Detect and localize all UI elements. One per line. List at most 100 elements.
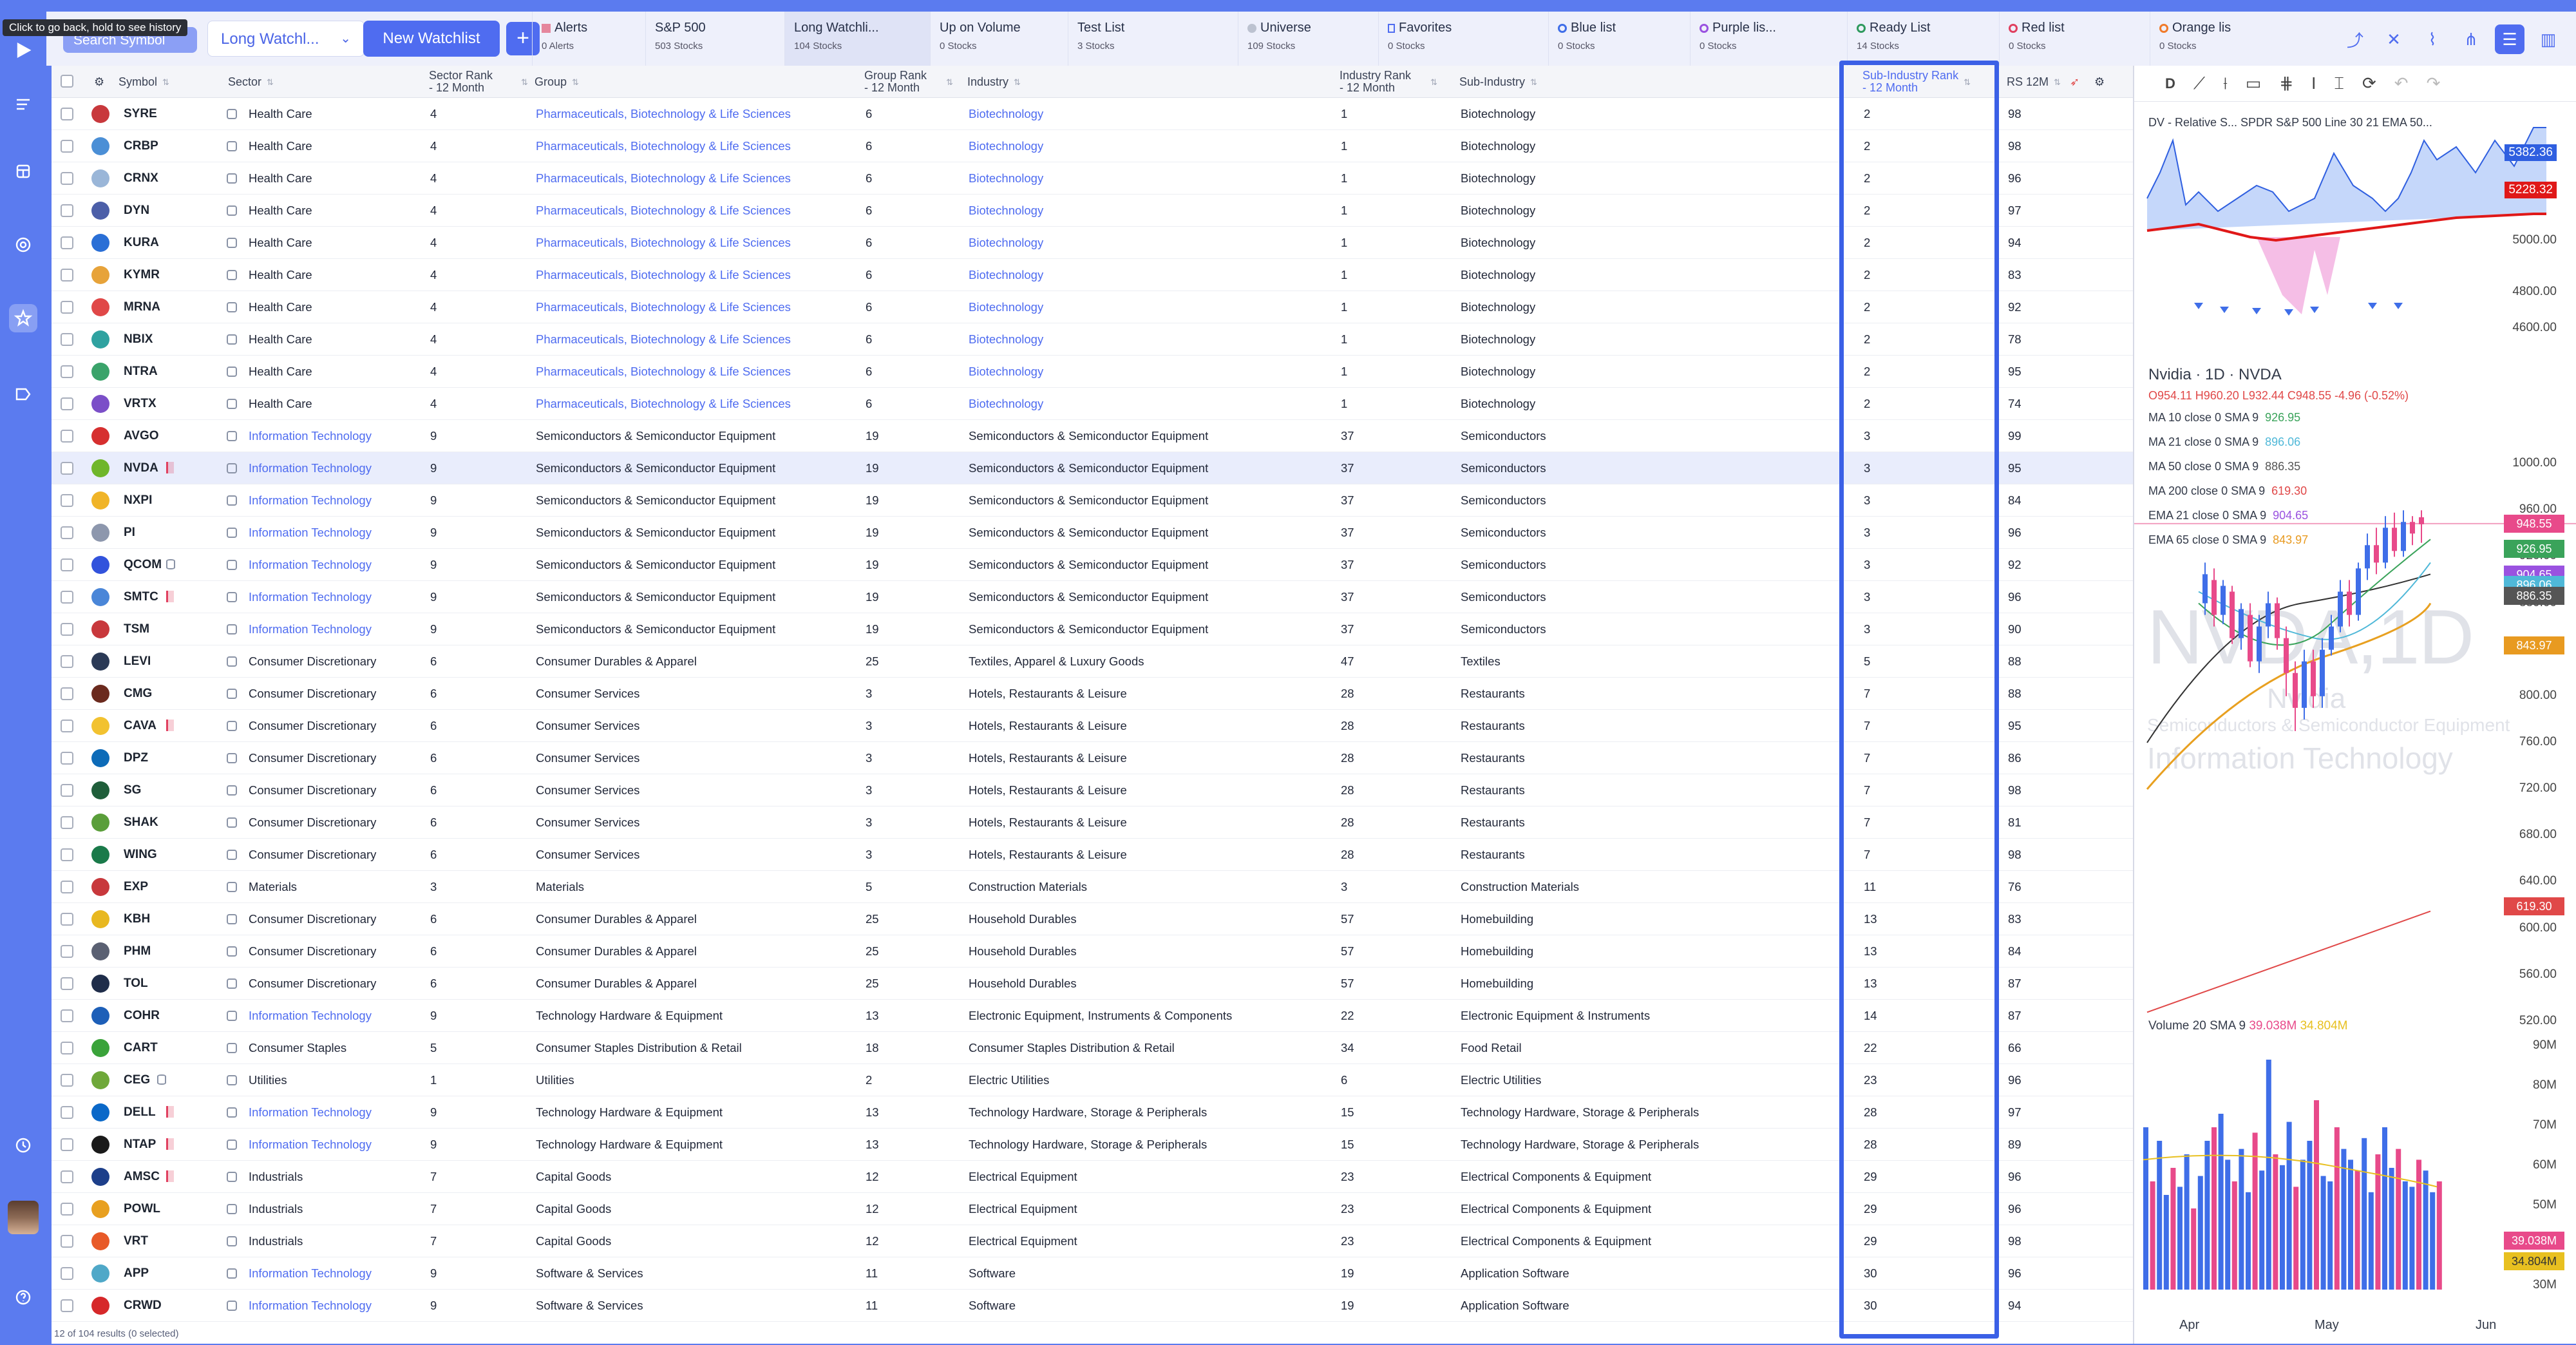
table-row[interactable]: NBIX Health Care 4 Pharmaceuticals, Biotech…	[52, 323, 2133, 356]
table-row[interactable]: VRT Industrials 7 Capital Goods 12 Electrical…	[52, 1225, 2133, 1257]
table-row[interactable]: CEG Utilities 1 Utilities 2 Electric Utilitie…	[52, 1064, 2133, 1096]
sector-cell[interactable]: Information Technology	[249, 420, 422, 452]
row-checkbox[interactable]	[61, 204, 73, 217]
table-row[interactable]: CART Consumer Staples 5 Consumer Staples Di…	[52, 1032, 2133, 1064]
columns-icon[interactable]: ▥	[2533, 24, 2563, 54]
symbol-cell[interactable]: SG	[124, 774, 141, 806]
symbol-cell[interactable]: AMSC	[124, 1161, 160, 1193]
row-checkbox[interactable]	[61, 881, 73, 893]
symbol-cell[interactable]: PI	[124, 517, 135, 549]
symbol-cell[interactable]: APP	[124, 1257, 149, 1290]
row-checkbox[interactable]	[61, 816, 73, 829]
row-checkbox[interactable]	[61, 1106, 73, 1119]
table-row[interactable]: QCOM Information Technology 9 Semiconductor…	[52, 549, 2133, 581]
tag-icon[interactable]	[9, 380, 37, 408]
watchlist-select[interactable]: Long Watchl... ⌄	[207, 21, 365, 57]
watchlist-tab[interactable]: S&P 500 503 Stocks	[645, 12, 784, 66]
row-checkbox[interactable]	[61, 526, 73, 539]
clock-icon[interactable]	[9, 1131, 37, 1159]
table-row[interactable]: PI Information Technology 9 Semiconductors …	[52, 517, 2133, 549]
row-checkbox[interactable]	[61, 1267, 73, 1280]
table-row[interactable]: NTAP Information Technology 9 Technology Ha…	[52, 1129, 2133, 1161]
symbol-cell[interactable]: NTAP	[124, 1129, 156, 1161]
table-row[interactable]: AMSC Industrials 7 Capital Goods 12 Electrica…	[52, 1161, 2133, 1193]
row-checkbox[interactable]	[61, 430, 73, 443]
sector-cell[interactable]: Information Technology	[249, 517, 422, 549]
col-sector[interactable]: Sector ⇅	[228, 66, 274, 98]
row-checkbox[interactable]	[61, 655, 73, 668]
symbol-cell[interactable]: MRNA	[124, 291, 160, 323]
table-row[interactable]: WING Consumer Discretionary 6 Consumer Serv…	[52, 839, 2133, 871]
industry-cell[interactable]: Biotechnology	[969, 388, 1329, 420]
table-row[interactable]: NTRA Health Care 4 Pharmaceuticals, Biotech…	[52, 356, 2133, 388]
group-cell[interactable]: Pharmaceuticals, Biotechnology & Life Sc…	[536, 356, 858, 388]
symbol-cell[interactable]: TSM	[124, 613, 149, 645]
x-icon[interactable]: ✕	[2379, 24, 2409, 54]
symbol-cell[interactable]: QCOM	[124, 549, 162, 581]
row-checkbox[interactable]	[61, 1170, 73, 1183]
industry-cell[interactable]: Biotechnology	[969, 227, 1329, 259]
symbol-cell[interactable]: KBH	[124, 903, 150, 935]
flag-icon[interactable]	[166, 720, 174, 731]
table-row[interactable]: SYRE Health Care 4 Pharmaceuticals, Biotech…	[52, 98, 2133, 130]
row-checkbox[interactable]	[61, 591, 73, 604]
refresh-icon[interactable]: ⟳	[2362, 73, 2376, 93]
row-checkbox[interactable]	[61, 108, 73, 120]
flag-icon[interactable]	[166, 1106, 174, 1118]
flag-icon[interactable]	[166, 1138, 174, 1150]
row-checkbox[interactable]	[61, 462, 73, 475]
table-row[interactable]: DELL Information Technology 9 Technology Ha…	[52, 1096, 2133, 1129]
group-cell[interactable]: Pharmaceuticals, Biotechnology & Life Sc…	[536, 291, 858, 323]
row-checkbox[interactable]	[61, 784, 73, 797]
row-checkbox[interactable]	[61, 172, 73, 185]
symbol-cell[interactable]: COHR	[124, 1000, 160, 1032]
table-row[interactable]: KBH Consumer Discretionary 6 Consumer Durab…	[52, 903, 2133, 935]
line-tool-icon[interactable]: ⟋	[2193, 73, 2205, 94]
timeframe-button[interactable]: D	[2165, 75, 2175, 92]
symbol-cell[interactable]: SMTC	[124, 581, 158, 613]
text-tool-icon[interactable]: I	[2311, 73, 2316, 93]
col-group[interactable]: Group ⇅	[535, 66, 579, 98]
group-cell[interactable]: Pharmaceuticals, Biotechnology & Life Sc…	[536, 162, 858, 195]
table-row[interactable]: EXP Materials 3 Materials 5 Construction Mate…	[52, 871, 2133, 903]
row-checkbox[interactable]	[61, 720, 73, 732]
industry-cell[interactable]: Biotechnology	[969, 259, 1329, 291]
table-row[interactable]: LEVI Consumer Discretionary 6 Consumer Dura…	[52, 645, 2133, 678]
industry-cell[interactable]: Biotechnology	[969, 291, 1329, 323]
group-cell[interactable]: Pharmaceuticals, Biotechnology & Life Sc…	[536, 130, 858, 162]
symbol-cell[interactable]: NXPI	[124, 484, 152, 517]
star-icon[interactable]	[9, 304, 37, 332]
col-industry[interactable]: Industry ⇅	[967, 66, 1021, 98]
share-icon[interactable]: ⤴	[2340, 24, 2370, 54]
col-industry-rank[interactable]: Industry Rank - 12 Month ⇅	[1340, 66, 1437, 98]
industry-cell[interactable]: Biotechnology	[969, 323, 1329, 356]
flag-icon[interactable]	[166, 591, 174, 602]
table-row[interactable]: NXPI Information Technology 9 Semiconductor…	[52, 484, 2133, 517]
row-checkbox[interactable]	[61, 687, 73, 700]
symbol-cell[interactable]: KYMR	[124, 259, 160, 291]
row-checkbox[interactable]	[61, 140, 73, 153]
table-row[interactable]: VRTX Health Care 4 Pharmaceuticals, Biotech…	[52, 388, 2133, 420]
list-icon[interactable]	[9, 90, 37, 119]
table-row[interactable]: TSM Information Technology 9 Semiconductors…	[52, 613, 2133, 645]
row-checkbox[interactable]	[61, 623, 73, 636]
symbol-cell[interactable]: CRWD	[124, 1290, 162, 1322]
sector-cell[interactable]: Information Technology	[249, 1129, 422, 1161]
flag-icon[interactable]	[166, 462, 174, 473]
row-checkbox[interactable]	[61, 1042, 73, 1054]
symbol-cell[interactable]: CRNX	[124, 162, 158, 195]
industry-cell[interactable]: Biotechnology	[969, 98, 1329, 130]
symbol-cell[interactable]: CAVA	[124, 710, 156, 742]
table-row[interactable]: SHAK Consumer Discretionary 6 Consumer Serv…	[52, 806, 2133, 839]
group-cell[interactable]: Pharmaceuticals, Biotechnology & Life Sc…	[536, 227, 858, 259]
symbol-cell[interactable]: CRBP	[124, 130, 158, 162]
watchlist-tab[interactable]: Universe 109 Stocks	[1238, 12, 1378, 66]
sector-cell[interactable]: Information Technology	[249, 581, 422, 613]
industry-cell[interactable]: Biotechnology	[969, 130, 1329, 162]
row-checkbox[interactable]	[61, 1074, 73, 1087]
group-cell[interactable]: Pharmaceuticals, Biotechnology & Life Sc…	[536, 323, 858, 356]
watchlist-tab[interactable]: Test List 3 Stocks	[1068, 12, 1238, 66]
watchlist-tab[interactable]: Blue list 0 Stocks	[1548, 12, 1690, 66]
logo-icon[interactable]	[9, 36, 37, 64]
fib-icon[interactable]: ⋕	[2279, 73, 2293, 93]
